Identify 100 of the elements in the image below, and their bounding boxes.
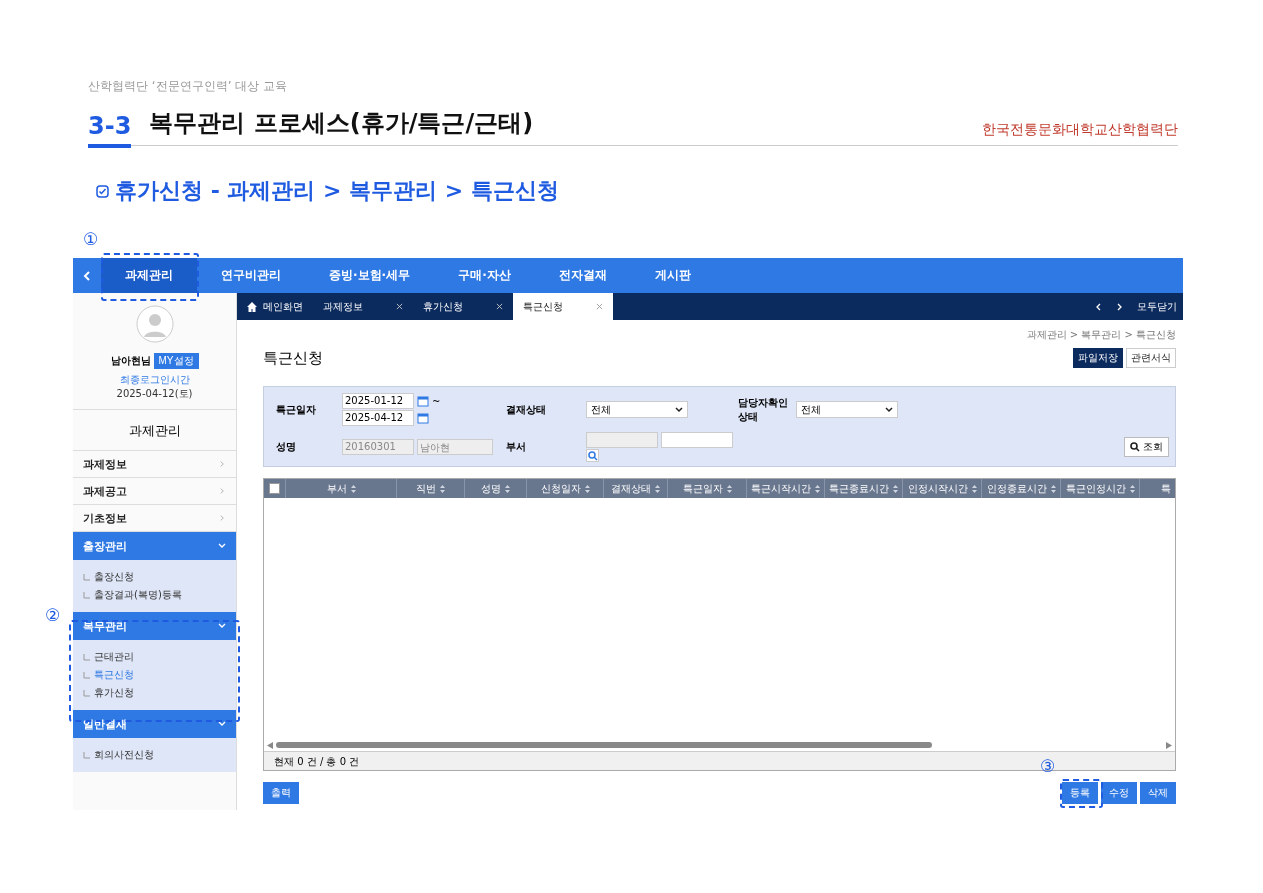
sort-icon[interactable] <box>440 484 445 493</box>
tree-branch-icon <box>83 591 90 599</box>
highlight-frame <box>1060 779 1103 808</box>
submenu-item[interactable]: 근태관리 <box>94 650 134 664</box>
tree-branch-icon <box>83 751 90 759</box>
section-number: 3-3 <box>88 112 132 148</box>
tab-label: 메인화면 <box>263 299 303 314</box>
slide-subtitle: 산학협력단 ‘전문연구인력’ 대상 교육 <box>88 78 289 95</box>
tab-label: 과제정보 <box>323 299 363 314</box>
page-title: 특근신청 <box>263 348 323 368</box>
tab-label: 휴가신청 <box>423 299 463 314</box>
sidebar-menu-item[interactable]: 과제정보 <box>73 451 236 478</box>
range-separator: ~ <box>432 395 441 407</box>
dropdown[interactable]: 전체 <box>586 401 688 418</box>
avatar-silhouette-icon <box>135 305 174 343</box>
tab[interactable]: 휴가신청 <box>413 293 513 320</box>
chevron-right-icon <box>218 488 226 494</box>
sort-icon[interactable] <box>505 484 510 493</box>
submenu-item[interactable]: 특근신청 <box>94 668 134 682</box>
field-label: 담당자확인상태 <box>738 395 789 424</box>
sort-icon[interactable] <box>350 484 356 493</box>
submenu-item[interactable]: 출장신청 <box>94 570 134 584</box>
sort-icon[interactable] <box>815 484 820 493</box>
close-all-link[interactable]: 모두닫기 <box>1137 299 1177 314</box>
tree-branch-icon <box>83 689 90 697</box>
chevron-left-icon[interactable] <box>1095 302 1102 311</box>
tab[interactable]: 과제정보 <box>313 293 413 320</box>
sort-icon[interactable] <box>1129 484 1135 493</box>
sidebar-group-header[interactable]: 복무관리 <box>73 612 236 640</box>
employee-name-field[interactable]: 남아현 <box>417 439 493 455</box>
dropdown-value: 전체 <box>591 402 611 417</box>
callout-number: ③ <box>1040 756 1056 776</box>
select-all-checkbox[interactable] <box>269 483 280 494</box>
tab[interactable]: 메인화면 <box>237 293 313 320</box>
sort-icon[interactable] <box>971 484 977 493</box>
sidebar-group-header[interactable]: 출장관리 <box>73 532 236 560</box>
field-label: 부서 <box>506 440 527 454</box>
department-search-button[interactable] <box>586 449 599 462</box>
menu-label: 과제공고 <box>83 483 127 499</box>
section-heading: 휴가신청 - 과제관리 > 복무관리 > 특근신청 <box>115 177 559 205</box>
field-label: 성명 <box>276 440 297 454</box>
calendar-icon[interactable] <box>417 395 429 407</box>
submenu-item[interactable]: 출장결과(복명)등록 <box>94 588 182 602</box>
close-icon[interactable] <box>496 303 503 310</box>
my-settings-button[interactable]: MY설정 <box>153 353 199 369</box>
chevron-left-icon <box>83 270 91 281</box>
chevron-down-icon <box>218 623 226 629</box>
dropdown[interactable]: 전체 <box>796 401 898 418</box>
logo-text: 한국전통문화대학교산학협력단 <box>982 121 1178 139</box>
sidebar-menu-item[interactable]: 과제공고 <box>73 478 236 505</box>
print-button[interactable]: 출력 <box>263 782 299 804</box>
callout-number: ① <box>83 229 99 249</box>
calendar-icon[interactable] <box>417 412 429 424</box>
sort-icon[interactable] <box>1050 484 1056 493</box>
scrollbar-thumb[interactable] <box>276 742 933 748</box>
department-name-field[interactable] <box>661 432 733 448</box>
nav-menu-item[interactable]: 연구비관리 <box>197 258 305 293</box>
sort-icon[interactable] <box>726 484 732 493</box>
chevron-down-icon <box>218 543 226 549</box>
tree-branch-icon <box>83 671 90 679</box>
close-icon[interactable] <box>396 303 403 310</box>
menu-label: 과제정보 <box>83 456 127 472</box>
scroll-left-icon[interactable] <box>267 741 273 749</box>
sort-icon[interactable] <box>893 484 898 493</box>
sort-icon[interactable] <box>655 484 660 493</box>
user-name: 남아현님 <box>110 354 151 368</box>
sort-icon[interactable] <box>584 484 590 493</box>
search-button[interactable]: 조회 <box>1124 437 1169 457</box>
nav-menu-item[interactable]: 증빙·보험·세무 <box>305 258 435 293</box>
file-save-button[interactable]: 파일저장 <box>1073 348 1123 368</box>
nav-menu-item[interactable]: 전자결재 <box>534 258 631 293</box>
scroll-right-icon[interactable] <box>1166 741 1172 749</box>
chevron-right-icon <box>218 461 226 467</box>
edit-button[interactable]: 수정 <box>1101 782 1137 804</box>
group-label: 복무관리 <box>83 618 127 634</box>
forms-button[interactable]: 관련서식 <box>1126 348 1176 368</box>
chevron-right-icon[interactable] <box>1116 302 1123 311</box>
dropdown-value: 전체 <box>801 402 821 417</box>
employee-number-field[interactable]: 20160301 <box>342 439 414 455</box>
nav-menu-item[interactable]: 구매·자산 <box>434 258 535 293</box>
chevron-down-icon <box>218 721 226 727</box>
delete-button[interactable]: 삭제 <box>1140 782 1176 804</box>
search-icon <box>587 450 598 461</box>
date-input[interactable]: 2025-04-12 <box>342 410 414 426</box>
search-icon <box>1130 442 1140 452</box>
tab[interactable]: 특근신청 <box>513 293 613 320</box>
nav-menu-item[interactable]: 게시판 <box>630 258 715 293</box>
chevron-right-icon <box>218 515 226 521</box>
tree-branch-icon <box>83 653 90 661</box>
chevron-down-icon <box>885 406 893 413</box>
date-input[interactable]: 2025-01-12 <box>342 393 414 409</box>
register-button[interactable]: 등록 <box>1062 782 1098 804</box>
tab-label: 특근신청 <box>523 299 563 314</box>
checkbox-check-icon <box>96 184 109 198</box>
submenu-item[interactable]: 회의사전신청 <box>94 748 154 762</box>
last-login-date: 2025-04-12(토) <box>116 387 193 401</box>
submenu-item[interactable]: 휴가신청 <box>94 686 134 700</box>
nav-menu-item[interactable]: 과제관리 <box>101 258 197 293</box>
department-code-field[interactable] <box>586 432 658 448</box>
callout-number: ② <box>45 605 61 625</box>
